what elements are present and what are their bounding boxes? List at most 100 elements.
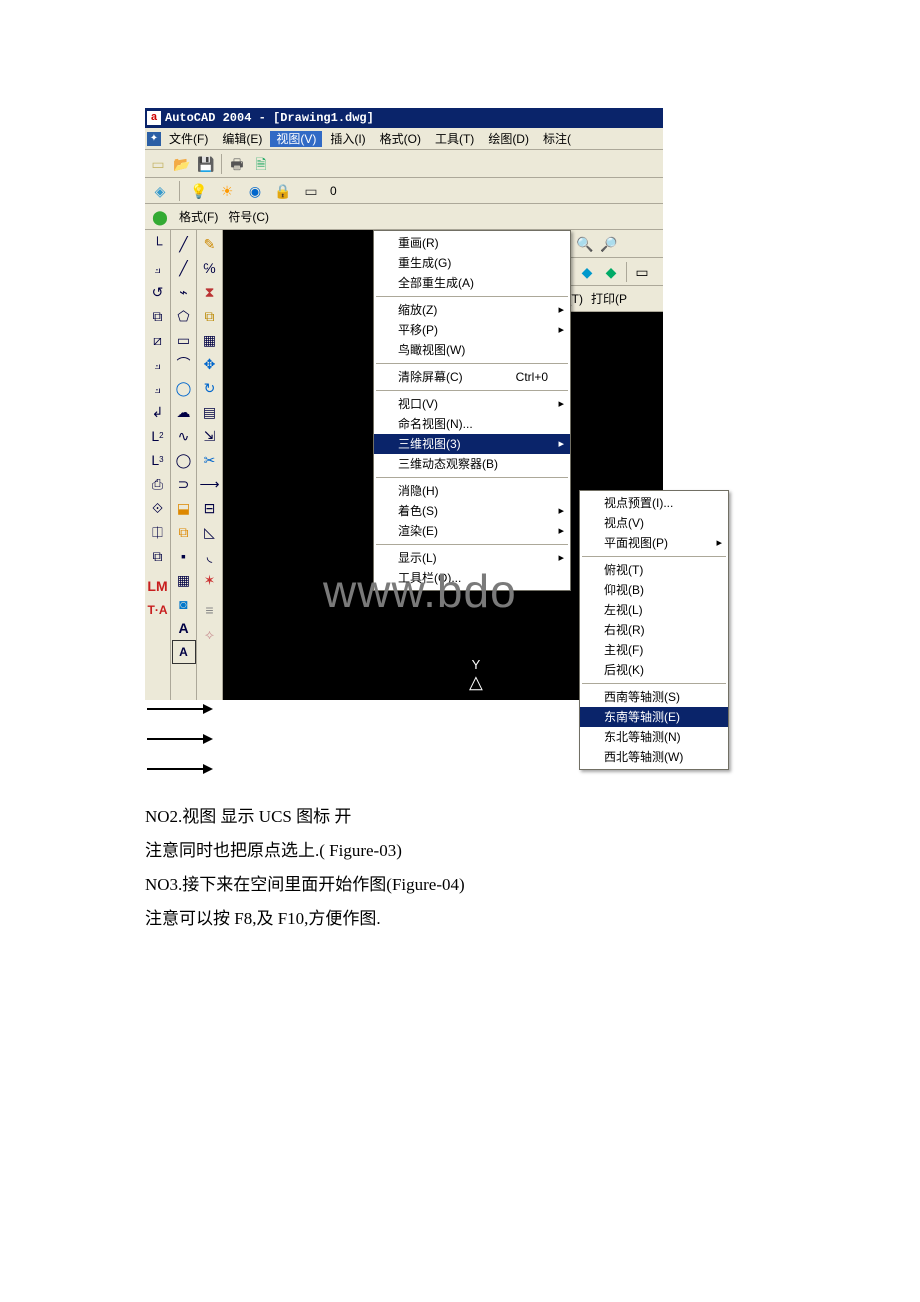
bulb-icon[interactable]: 💡 xyxy=(190,182,208,200)
menu-namedviews[interactable]: 命名视图(N)... xyxy=(374,414,570,434)
print-icon[interactable]: 🖶 xyxy=(228,155,246,173)
tool-icon[interactable]: ⎙ xyxy=(146,472,170,496)
menu-redraw[interactable]: 重画(R) xyxy=(374,233,570,253)
menu-vp-preset[interactable]: 视点预置(I)... xyxy=(580,493,728,513)
tool-icon[interactable]: ⧉ xyxy=(146,304,170,328)
erase-icon[interactable]: ✎ xyxy=(198,232,222,256)
menu-draw[interactable]: 绘图(D) xyxy=(482,131,535,147)
menu-file[interactable]: 文件(F) xyxy=(163,131,214,147)
array-icon[interactable]: ▦ xyxy=(198,328,222,352)
menu-insert[interactable]: 插入(I) xyxy=(324,131,371,147)
menu-se-iso[interactable]: 东南等轴测(E) xyxy=(580,707,728,727)
copy-icon[interactable]: ℅ xyxy=(198,256,222,280)
menu-toolbars[interactable]: 工具栏(O)... xyxy=(374,568,570,588)
trim-icon[interactable]: ✂ xyxy=(198,448,222,472)
menu-view[interactable]: 视图(V) xyxy=(270,131,322,147)
gray-icon[interactable]: ≡ xyxy=(198,598,222,622)
mirror-icon[interactable]: ⧗ xyxy=(198,280,222,304)
menu-front[interactable]: 主视(F) xyxy=(580,640,728,660)
rect-icon[interactable]: ▭ xyxy=(172,328,196,352)
tool-icon[interactable]: ⧄ xyxy=(146,328,170,352)
menu-vp[interactable]: 视点(V) xyxy=(580,513,728,533)
menu-left[interactable]: 左视(L) xyxy=(580,600,728,620)
tool-icon[interactable]: ↺ xyxy=(146,280,170,304)
format-button[interactable]: 格式(F) xyxy=(179,211,218,223)
menu-3dviews[interactable]: 三维视图(3) xyxy=(374,434,570,454)
sun-icon[interactable]: ☀ xyxy=(218,182,236,200)
new-icon[interactable]: ▭ xyxy=(149,155,167,173)
menu-nw-iso[interactable]: 西北等轴测(W) xyxy=(580,747,728,767)
tool-icon[interactable]: ⟐ xyxy=(146,496,170,520)
tool-icon[interactable]: L2 xyxy=(146,424,170,448)
region-icon[interactable]: ◙ xyxy=(172,592,196,616)
revcloud-icon[interactable]: ☁ xyxy=(172,400,196,424)
scale-icon[interactable]: ▤ xyxy=(198,400,222,424)
gray-icon[interactable]: ⟡ xyxy=(198,622,222,646)
text-box-icon[interactable]: A xyxy=(172,640,196,664)
tool-icon[interactable]: ↲ xyxy=(146,400,170,424)
insert-icon[interactable]: ⬓ xyxy=(172,496,196,520)
explode-icon[interactable]: ✶ xyxy=(198,568,222,592)
ta-icon[interactable]: T·A xyxy=(146,598,170,622)
layer-swatch-icon[interactable]: ◆ xyxy=(602,263,620,281)
menu-sw-iso[interactable]: 西南等轴测(S) xyxy=(580,687,728,707)
text-a-icon[interactable]: A xyxy=(172,616,196,640)
stretch-icon[interactable]: ⇲ xyxy=(198,424,222,448)
tool-icon[interactable]: ⟓ xyxy=(146,352,170,376)
menu-regen[interactable]: 重生成(G) xyxy=(374,253,570,273)
rotate-icon[interactable]: ↻ xyxy=(198,376,222,400)
ellipse-icon[interactable]: ◯ xyxy=(172,448,196,472)
pline-icon[interactable]: ⌁ xyxy=(172,280,196,304)
menu-shade[interactable]: 着色(S) xyxy=(374,501,570,521)
tool-icon[interactable]: ⟓ xyxy=(146,256,170,280)
move-icon[interactable]: ✥ xyxy=(198,352,222,376)
layer-icon[interactable]: ◈ xyxy=(151,182,169,200)
menu-bottom[interactable]: 仰视(B) xyxy=(580,580,728,600)
leaf-icon[interactable]: ⬤ xyxy=(151,208,169,226)
print-btn[interactable]: 打印(P xyxy=(591,293,627,305)
open-icon[interactable]: 📂 xyxy=(173,155,191,173)
circle-icon[interactable]: ◯ xyxy=(172,376,196,400)
spline-icon[interactable]: ∿ xyxy=(172,424,196,448)
point-icon[interactable]: ▪ xyxy=(172,544,196,568)
arc-icon[interactable]: ⌒ xyxy=(172,352,196,376)
menu-tools[interactable]: 工具(T) xyxy=(429,131,480,147)
tool-icon[interactable]: └ xyxy=(146,232,170,256)
menu-dim[interactable]: 标注( xyxy=(537,131,577,147)
break-icon[interactable]: ⊟ xyxy=(198,496,222,520)
menu-regenall[interactable]: 全部重生成(A) xyxy=(374,273,570,293)
menu-right[interactable]: 右视(R) xyxy=(580,620,728,640)
drawing-viewport[interactable]: ↶ ▾ ✋ 🔍 🔎 ▼ ◆ ◆ ◆ ▭ 图(L) xyxy=(223,230,663,700)
preview-icon[interactable]: 🗎 xyxy=(252,155,270,173)
square-icon[interactable]: ▭ xyxy=(633,263,651,281)
menu-hide[interactable]: 消隐(H) xyxy=(374,481,570,501)
layer-swatch-icon[interactable]: ◆ xyxy=(578,263,596,281)
menu-top[interactable]: 俯视(T) xyxy=(580,560,728,580)
menu-viewport[interactable]: 视口(V) xyxy=(374,394,570,414)
chamfer-icon[interactable]: ◺ xyxy=(198,520,222,544)
tool-icon[interactable]: ⎅ xyxy=(146,520,170,544)
fillet-icon[interactable]: ◟ xyxy=(198,544,222,568)
lm-icon[interactable]: LM xyxy=(146,574,170,598)
symbol-button[interactable]: 符号(C) xyxy=(228,211,269,223)
offset-icon[interactable]: ⧉ xyxy=(198,304,222,328)
tool-icon[interactable]: ⧉ xyxy=(146,544,170,568)
line-icon[interactable]: ╱ xyxy=(172,232,196,256)
zoom-window-icon[interactable]: 🔎 xyxy=(600,235,618,253)
mdi-icon[interactable]: ✦ xyxy=(147,132,161,146)
menu-orbit[interactable]: 三维动态观察器(B) xyxy=(374,454,570,474)
menu-edit[interactable]: 编辑(E) xyxy=(216,131,268,147)
xline-icon[interactable]: ╱ xyxy=(172,256,196,280)
hatch-icon[interactable]: ▦ xyxy=(172,568,196,592)
extend-icon[interactable]: ⟶ xyxy=(198,472,222,496)
block-icon[interactable]: ⧉ xyxy=(172,520,196,544)
menu-pan[interactable]: 平移(P) xyxy=(374,320,570,340)
menu-plan-view[interactable]: 平面视图(P) xyxy=(580,533,728,553)
tool-icon[interactable]: L3 xyxy=(146,448,170,472)
menu-aerial[interactable]: 鸟瞰视图(W) xyxy=(374,340,570,360)
lock-icon[interactable]: 🔒 xyxy=(274,182,292,200)
square-icon[interactable]: ▭ xyxy=(302,182,320,200)
menu-zoom[interactable]: 缩放(Z) xyxy=(374,300,570,320)
zoom-realtime-icon[interactable]: 🔍 xyxy=(576,235,594,253)
save-icon[interactable]: 💾 xyxy=(197,155,215,173)
